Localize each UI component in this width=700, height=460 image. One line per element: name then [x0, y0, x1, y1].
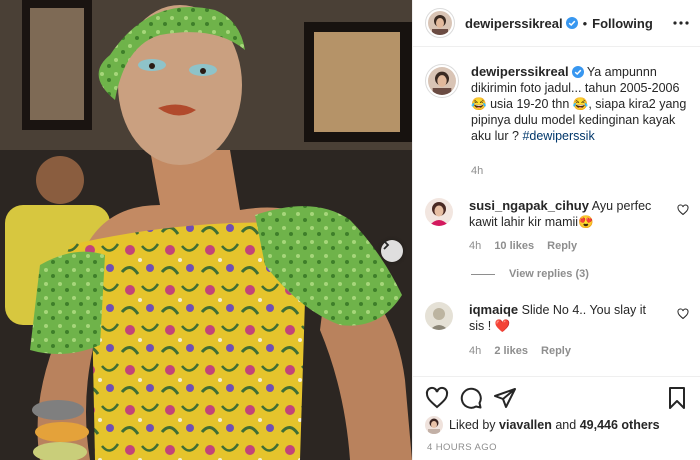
likes-summary: Liked by viavallen and 49,446 others [425, 416, 660, 434]
following-button[interactable]: Following [592, 16, 653, 31]
verified-badge-icon [571, 66, 584, 78]
comment-meta: 4h 10 likes Reply [469, 240, 587, 252]
avatar-image [425, 198, 453, 226]
view-replies-label: View replies (3) [509, 268, 589, 280]
liker-username[interactable]: viavallen [499, 418, 552, 432]
red-heart-emoji: ❤️ [494, 319, 511, 333]
comment-icon[interactable] [459, 386, 483, 410]
heart-eyes-emoji: 😍 [578, 215, 594, 229]
avatar-image [428, 11, 452, 35]
avatar-image [428, 67, 456, 95]
photo-illustration [0, 0, 412, 460]
commenter-avatar[interactable] [425, 302, 453, 330]
liker-avatar[interactable] [425, 416, 443, 434]
post-header: dewiperssikreal • Following [413, 0, 700, 47]
heart-icon[interactable] [425, 386, 449, 410]
likes-others-count[interactable]: 49,446 others [580, 418, 660, 432]
view-replies-line [471, 273, 495, 275]
post-timestamp[interactable]: 4 HOURS AGO [427, 442, 497, 453]
comment-item: iqmaiqe Slide No 4.. You slay it sis ! ❤… [425, 302, 695, 334]
caption-avatar[interactable] [425, 64, 459, 98]
comment-meta: 4h 2 likes Reply [469, 345, 581, 357]
action-bar [413, 376, 700, 416]
like-comment-heart-icon[interactable] [677, 308, 689, 320]
instagram-post: dewiperssikreal • Following dewiperssikr… [0, 0, 700, 460]
next-slide-button[interactable] [381, 240, 403, 262]
comment-text: susi_ngapak_cihuy Ayu perfec kawit lahir… [469, 198, 659, 230]
chevron-right-icon [383, 240, 390, 250]
hashtag-link[interactable]: #dewiperssik [522, 129, 594, 143]
header-separator: • [582, 15, 588, 31]
like-comment-heart-icon[interactable] [677, 204, 689, 216]
commenter-username[interactable]: iqmaiqe [469, 302, 518, 317]
comment-time[interactable]: 4h [469, 345, 481, 357]
caption-text: dewiperssikreal Ya ampunnn dikirimin fot… [471, 64, 695, 144]
avatar-image [425, 416, 443, 434]
post-caption: dewiperssikreal Ya ampunnn dikirimin fot… [425, 64, 695, 144]
verified-badge-icon [565, 17, 578, 29]
laughing-emoji: 😂 [572, 97, 589, 111]
post-sidebar: dewiperssikreal • Following dewiperssikr… [412, 0, 700, 460]
caption-timestamp[interactable]: 4h [471, 165, 483, 177]
comment-likes[interactable]: 2 likes [494, 345, 528, 357]
bookmark-icon[interactable] [665, 386, 689, 410]
comment-item: susi_ngapak_cihuy Ayu perfec kawit lahir… [425, 198, 695, 230]
send-icon[interactable] [493, 386, 517, 410]
avatar-image [425, 302, 453, 330]
more-horizontal-icon[interactable] [673, 20, 689, 26]
commenter-avatar[interactable] [425, 198, 453, 226]
laughing-emoji: 😂 [471, 97, 487, 111]
reply-button[interactable]: Reply [541, 345, 571, 357]
comment-likes[interactable]: 10 likes [494, 240, 534, 252]
post-photo[interactable] [0, 0, 412, 460]
author-username[interactable]: dewiperssikreal [465, 16, 563, 31]
reply-button[interactable]: Reply [547, 240, 577, 252]
likes-joiner: and [555, 418, 577, 432]
caption-username[interactable]: dewiperssikreal [471, 64, 569, 79]
author-avatar[interactable] [425, 8, 455, 38]
view-replies-button[interactable]: View replies (3) [471, 268, 589, 280]
comment-text: iqmaiqe Slide No 4.. You slay it sis ! ❤… [469, 302, 659, 334]
comment-time[interactable]: 4h [469, 240, 481, 252]
caption-part-2: usia 19-20 thn [490, 97, 570, 111]
likes-prefix: Liked by [449, 418, 496, 432]
commenter-username[interactable]: susi_ngapak_cihuy [469, 198, 589, 213]
